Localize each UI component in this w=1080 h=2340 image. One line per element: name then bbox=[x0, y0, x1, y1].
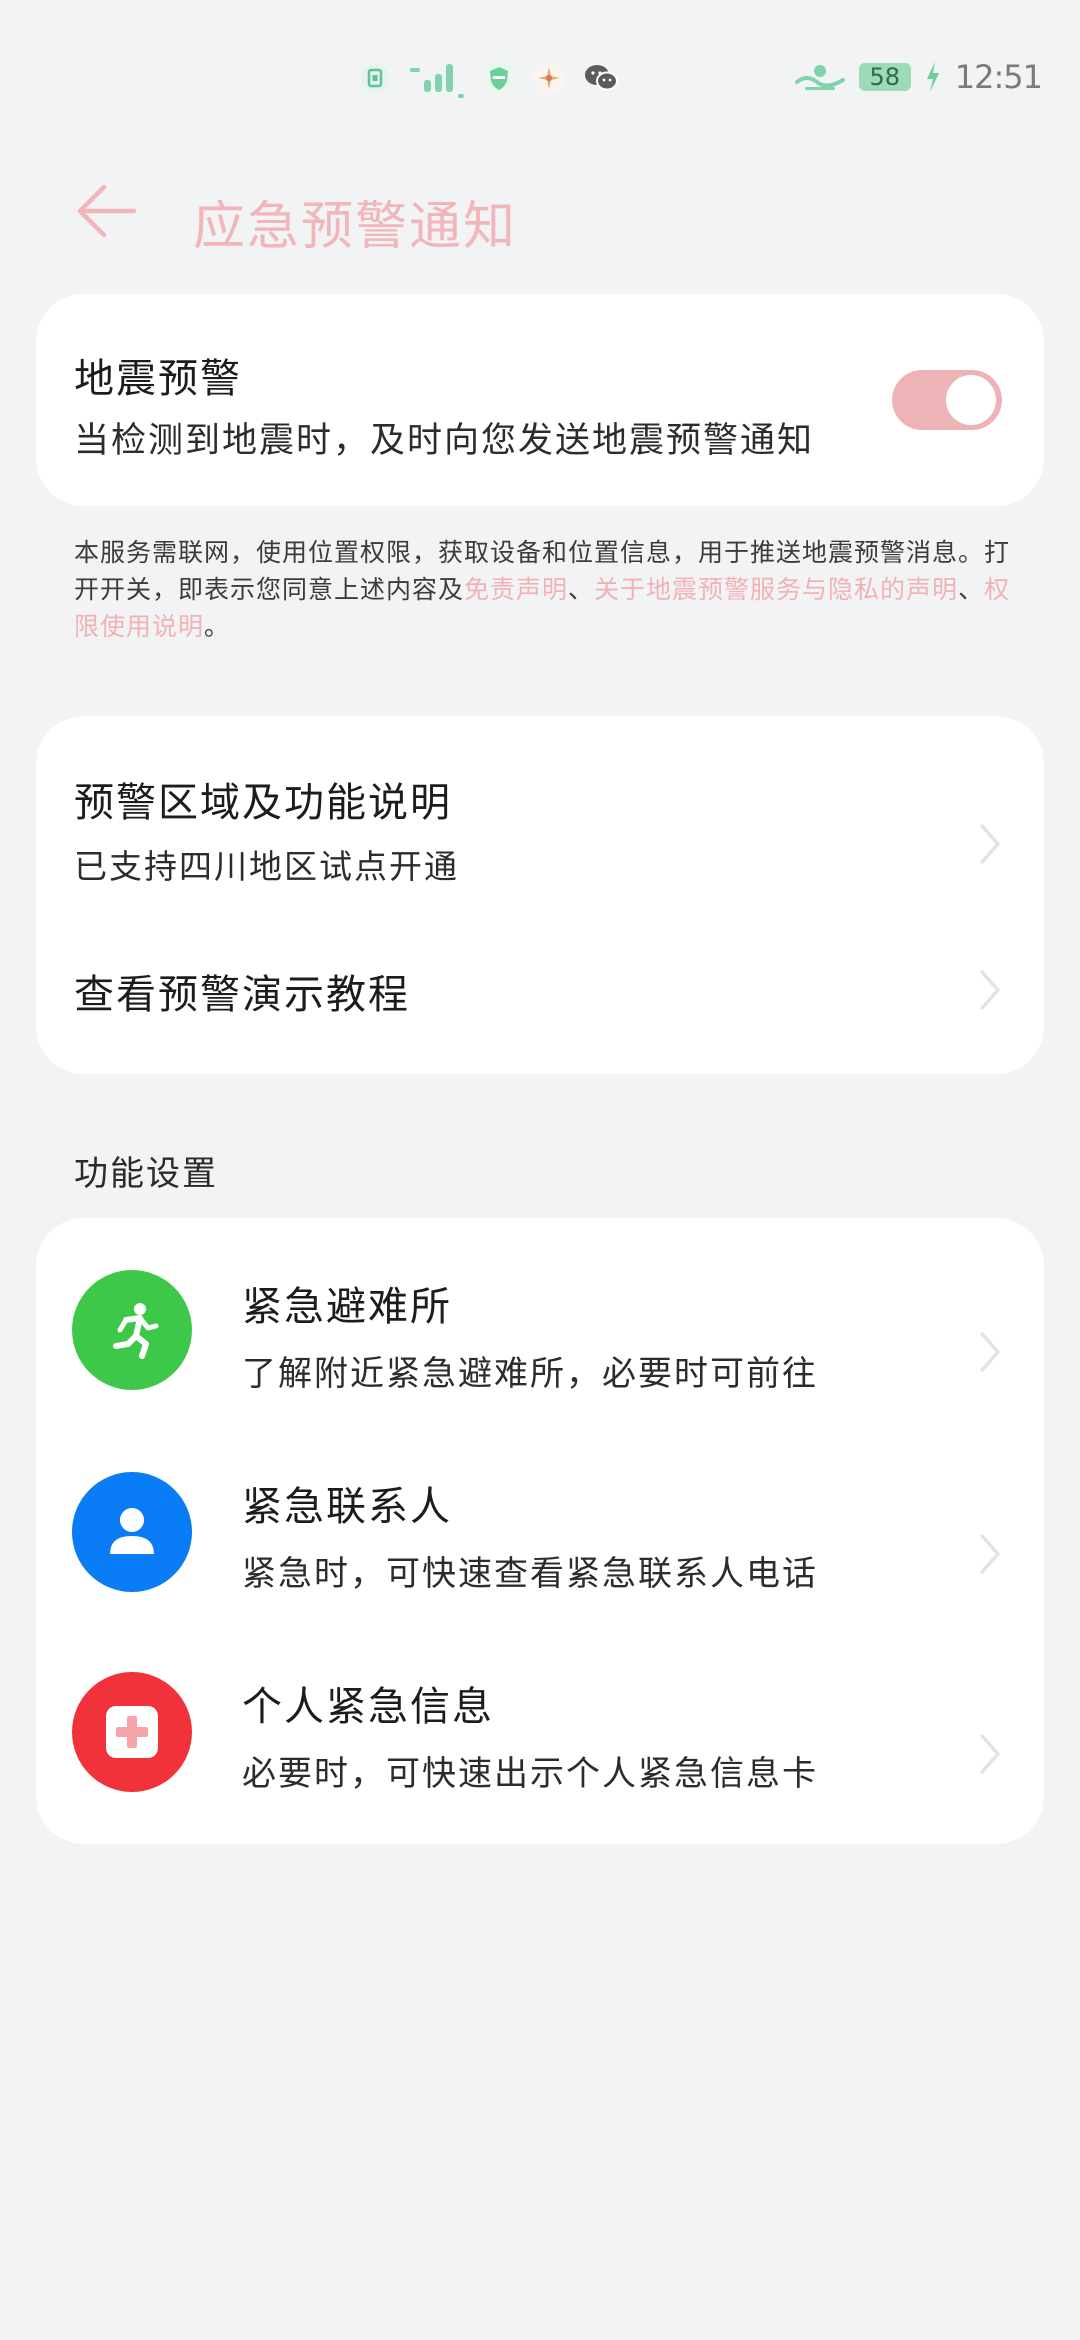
back-arrow-icon bbox=[77, 184, 137, 238]
personal-emergency-info-subtitle: 必要时，可快速出示个人紧急信息卡 bbox=[242, 1754, 818, 1794]
wechat-icon bbox=[582, 61, 620, 95]
emergency-shelter-subtitle: 了解附近紧急避难所，必要时可前往 bbox=[242, 1354, 818, 1394]
warning-area-title: 预警区域及功能说明 bbox=[74, 780, 452, 826]
chevron-right-icon bbox=[980, 1534, 1000, 1574]
personal-emergency-info-icon-circle bbox=[72, 1672, 192, 1792]
earthquake-warning-toggle[interactable] bbox=[892, 370, 1002, 430]
shield-app-icon bbox=[482, 61, 516, 95]
info-card: 预警区域及功能说明 已支持四川地区试点开通 查看预警演示教程 bbox=[36, 716, 1044, 1074]
sim-card-icon bbox=[360, 63, 390, 93]
earthquake-warning-subtitle: 当检测到地震时，及时向您发送地震预警通知 bbox=[74, 421, 815, 461]
personal-emergency-info-title: 个人紧急信息 bbox=[242, 1684, 494, 1730]
demo-tutorial-title: 查看预警演示教程 bbox=[74, 972, 410, 1018]
back-button[interactable] bbox=[74, 178, 140, 244]
emergency-contact-icon-circle bbox=[72, 1472, 192, 1592]
sparkle-app-icon bbox=[532, 61, 566, 95]
chevron-right-icon bbox=[980, 970, 1000, 1010]
personal-emergency-info-row[interactable]: 个人紧急信息 必要时，可快速出示个人紧急信息卡 bbox=[36, 1622, 1044, 1844]
medical-cross-icon bbox=[106, 1706, 158, 1758]
disclaimer-text: 本服务需联网，使用位置权限，获取设备和位置信息，用于推送地震预警消息。打开开关，… bbox=[74, 534, 1014, 645]
warning-area-subtitle: 已支持四川地区试点开通 bbox=[74, 847, 459, 886]
disclaimer-link[interactable]: 免责声明 bbox=[464, 575, 568, 604]
chevron-right-icon bbox=[980, 824, 1000, 864]
emergency-contact-title: 紧急联系人 bbox=[242, 1484, 452, 1530]
emergency-contact-row[interactable]: 紧急联系人 紧急时，可快速查看紧急联系人电话 bbox=[36, 1420, 1044, 1622]
toggle-knob bbox=[946, 375, 996, 425]
signal-bars-icon bbox=[406, 58, 466, 98]
page-title: 应急预警通知 bbox=[193, 197, 518, 257]
section-label-feature-settings: 功能设置 bbox=[74, 1154, 218, 1194]
clock: 12:51 bbox=[954, 58, 1043, 96]
battery-level: 58 bbox=[858, 63, 911, 91]
chevron-right-icon bbox=[980, 1734, 1000, 1774]
charging-bolt-icon bbox=[925, 62, 941, 92]
status-system-icons: 58 12:51 bbox=[794, 58, 1043, 96]
emergency-contact-subtitle: 紧急时，可快速查看紧急联系人电话 bbox=[242, 1554, 818, 1594]
demo-tutorial-row[interactable]: 查看预警演示教程 bbox=[36, 912, 1044, 1074]
disclaimer-separator: 、 bbox=[568, 575, 595, 604]
running-person-icon bbox=[113, 1303, 159, 1359]
emergency-shelter-row[interactable]: 紧急避难所 了解附近紧急避难所，必要时可前往 bbox=[36, 1218, 1044, 1420]
earthquake-warning-card: 地震预警 当检测到地震时，及时向您发送地震预警通知 bbox=[36, 294, 1044, 506]
wifi-hotspot-icon bbox=[794, 62, 845, 92]
disclaimer-separator: 、 bbox=[958, 575, 985, 604]
title-bar: 应急预警通知 bbox=[0, 170, 1080, 260]
status-notification-icons bbox=[360, 58, 620, 98]
chevron-right-icon bbox=[980, 1332, 1000, 1372]
page: 58 12:51 应急预警通知 地震预警 当检测到地震时，及时向您发送地震预警通… bbox=[0, 0, 1080, 2340]
status-bar: 58 12:51 bbox=[0, 0, 1080, 160]
disclaimer-end: 。 bbox=[204, 612, 231, 641]
feature-settings-card: 紧急避难所 了解附近紧急避难所，必要时可前往 紧急联系人 紧急时，可快速查看紧急… bbox=[36, 1218, 1044, 1844]
emergency-shelter-icon-circle bbox=[72, 1270, 192, 1390]
person-icon bbox=[110, 1508, 154, 1554]
earthquake-warning-title: 地震预警 bbox=[74, 356, 242, 402]
emergency-shelter-title: 紧急避难所 bbox=[242, 1284, 452, 1330]
warning-area-description-row[interactable]: 预警区域及功能说明 已支持四川地区试点开通 bbox=[36, 716, 1044, 912]
privacy-statement-link[interactable]: 关于地震预警服务与隐私的声明 bbox=[594, 575, 958, 604]
